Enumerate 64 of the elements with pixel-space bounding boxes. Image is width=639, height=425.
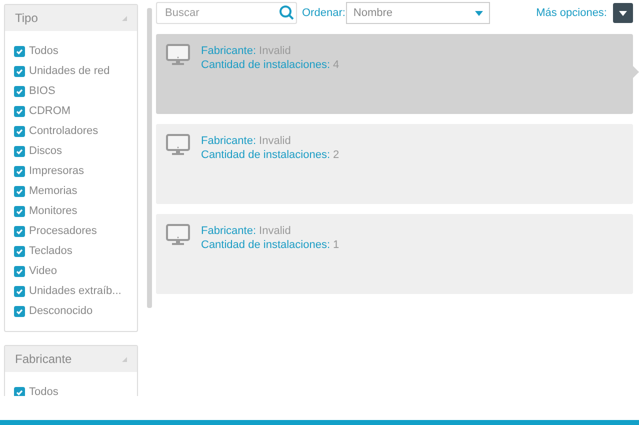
checkbox[interactable] bbox=[14, 306, 25, 316]
field-value: Invalid bbox=[259, 224, 291, 239]
field-label: Cantidad de instalaciones: bbox=[201, 58, 330, 73]
filter-label: CDROM bbox=[29, 104, 71, 119]
field-label: Cantidad de instalaciones: bbox=[201, 148, 330, 163]
filter-label: Procesadores bbox=[29, 224, 97, 239]
field-value: 4 bbox=[333, 58, 340, 73]
more-options-button[interactable] bbox=[613, 3, 633, 23]
collapse-icon bbox=[122, 16, 127, 20]
filter-label: Teclados bbox=[29, 244, 72, 259]
filter-label: Unidades de red bbox=[29, 64, 110, 79]
checkbox[interactable] bbox=[14, 226, 25, 236]
panel-title: Fabricante bbox=[15, 351, 72, 368]
selection-pointer bbox=[633, 66, 639, 78]
sort-dropdown[interactable]: Nombre bbox=[346, 2, 490, 24]
checkbox[interactable] bbox=[14, 186, 25, 196]
field-label: Cantidad de instalaciones: bbox=[201, 238, 330, 253]
checkbox[interactable] bbox=[14, 166, 25, 176]
field-label: Fabricante: bbox=[201, 224, 256, 239]
filter-label: Video bbox=[29, 264, 57, 279]
filter-label: Todos bbox=[29, 44, 58, 59]
checkbox[interactable] bbox=[14, 286, 25, 296]
search-icon[interactable] bbox=[279, 5, 294, 20]
more-options-label: Más opciones: bbox=[536, 6, 607, 21]
sort-label: Ordenar: bbox=[302, 6, 346, 21]
monitor-icon bbox=[166, 224, 190, 246]
field-value: 2 bbox=[333, 148, 340, 163]
search-field[interactable]: Buscar bbox=[156, 2, 297, 24]
checkbox[interactable] bbox=[14, 86, 25, 96]
filter-label: Memorias bbox=[29, 184, 78, 199]
checkbox[interactable] bbox=[14, 146, 25, 156]
field-label: Fabricante: bbox=[201, 44, 256, 59]
filter-label: Unidades extraíb... bbox=[29, 284, 122, 299]
filter-label: BIOS bbox=[29, 84, 56, 99]
panel-header[interactable]: Fabricante bbox=[5, 346, 137, 372]
caret-icon bbox=[475, 10, 484, 16]
checkbox[interactable] bbox=[14, 386, 25, 396]
filter-label: Controladores bbox=[29, 124, 98, 139]
device-card[interactable]: Fabricante: Invalid Cantidad de instalaciones: 1 bbox=[156, 214, 633, 294]
caret-icon bbox=[619, 10, 627, 16]
device-card[interactable]: Fabricante: Invalid Cantidad de instalaciones: 2 bbox=[156, 124, 633, 204]
sort-value: Nombre bbox=[353, 6, 393, 21]
collapse-icon bbox=[122, 356, 127, 362]
monitor-icon bbox=[166, 44, 190, 66]
field-label: Fabricante: bbox=[201, 134, 256, 149]
checkbox[interactable] bbox=[14, 106, 25, 116]
filter-label: Discos bbox=[29, 144, 62, 159]
monitor-icon bbox=[166, 134, 190, 156]
filter-label: Impresoras bbox=[29, 164, 84, 179]
field-value: Invalid bbox=[259, 134, 291, 149]
checkbox[interactable] bbox=[14, 46, 25, 56]
filter-label: Monitores bbox=[29, 204, 78, 219]
field-value: 1 bbox=[333, 238, 340, 253]
checkbox[interactable] bbox=[14, 266, 25, 276]
scrollbar[interactable] bbox=[147, 8, 152, 308]
panel-title: Tipo bbox=[15, 10, 38, 27]
field-value: Invalid bbox=[259, 44, 291, 59]
checkbox[interactable] bbox=[14, 206, 25, 216]
filter-label: Desconocido bbox=[29, 304, 93, 319]
checkbox[interactable] bbox=[14, 126, 25, 136]
filter-label: Todos bbox=[29, 384, 58, 396]
panel-header[interactable]: Tipo bbox=[5, 5, 137, 31]
checkbox[interactable] bbox=[14, 246, 25, 256]
checkbox[interactable] bbox=[14, 66, 25, 76]
